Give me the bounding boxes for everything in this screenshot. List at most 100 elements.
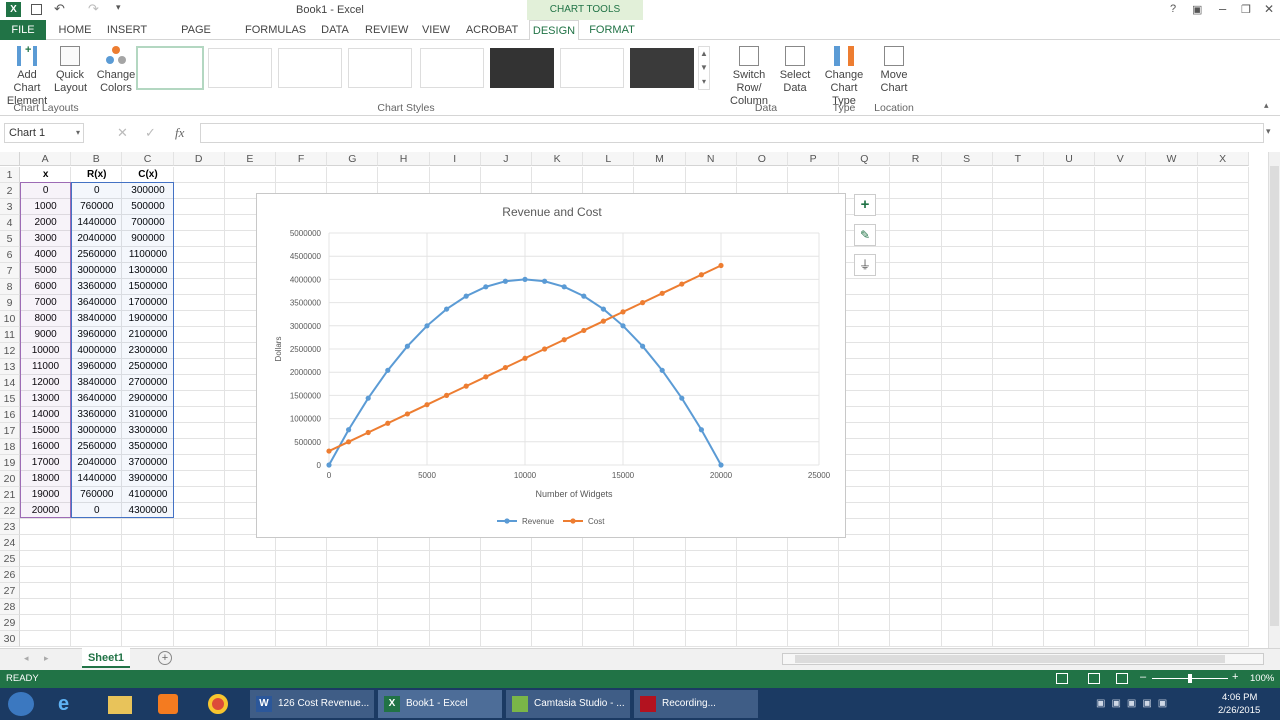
taskbar-item-camtasia[interactable]: Camtasia Studio - ... — [506, 690, 630, 718]
table-header-cell[interactable]: R(x) — [71, 167, 122, 183]
row-header-2[interactable]: 2 — [0, 183, 20, 199]
row-header-24[interactable]: 24 — [0, 535, 20, 551]
column-header-x[interactable]: X — [1197, 152, 1249, 166]
row-header-4[interactable]: 4 — [0, 215, 20, 231]
change-chart-type-button[interactable]: Change Chart Type — [818, 46, 870, 108]
new-sheet-icon[interactable]: + — [158, 651, 172, 665]
column-header-m[interactable]: M — [634, 152, 686, 166]
enter-icon[interactable]: ✓ — [145, 125, 156, 141]
row-header-7[interactable]: 7 — [0, 263, 20, 279]
cancel-icon[interactable]: ✕ — [117, 125, 128, 141]
tab-review[interactable]: REVIEW — [365, 20, 408, 40]
taskbar-item-excel[interactable]: X Book1 - Excel — [378, 690, 502, 718]
chart-style-2[interactable] — [208, 48, 272, 88]
chart-style-1[interactable] — [136, 46, 204, 90]
column-header-e[interactable]: E — [224, 152, 276, 166]
chart-styles-brush-icon[interactable]: ✎ — [854, 224, 876, 246]
collapse-ribbon-icon[interactable]: ▴ — [1264, 100, 1269, 111]
row-header-5[interactable]: 5 — [0, 231, 20, 247]
column-header-o[interactable]: O — [736, 152, 788, 166]
gallery-scroll-icon[interactable]: ▲ ▼ ▾ — [698, 46, 710, 90]
column-header-l[interactable]: L — [583, 152, 635, 166]
close-icon[interactable]: ✕ — [1264, 2, 1274, 16]
media-player-icon[interactable] — [158, 694, 178, 714]
name-box-dropdown-icon[interactable]: ▾ — [76, 124, 80, 142]
zoom-level[interactable]: 100% — [1250, 673, 1274, 684]
row-header-16[interactable]: 16 — [0, 407, 20, 423]
column-header-n[interactable]: N — [685, 152, 737, 166]
column-header-h[interactable]: H — [378, 152, 430, 166]
row-header-25[interactable]: 25 — [0, 551, 20, 567]
row-header-9[interactable]: 9 — [0, 295, 20, 311]
column-header-u[interactable]: U — [1044, 152, 1096, 166]
expand-formula-icon[interactable]: ▾ — [1266, 126, 1271, 137]
tab-format[interactable]: FORMAT — [587, 20, 637, 40]
column-header-j[interactable]: J — [480, 152, 532, 166]
column-header-d[interactable]: D — [173, 152, 225, 166]
column-header-i[interactable]: I — [429, 152, 481, 166]
row-header-6[interactable]: 6 — [0, 247, 20, 263]
tab-file[interactable]: FILE — [0, 20, 46, 40]
row-header-30[interactable]: 30 — [0, 631, 20, 647]
name-box[interactable]: Chart 1 ▾ — [4, 123, 84, 143]
customize-qat-icon[interactable]: ▾ — [116, 2, 121, 13]
row-header-19[interactable]: 19 — [0, 455, 20, 471]
revenue-cost-chart[interactable]: Revenue and Cost 0 500000 1000000 1500000 200… — [257, 194, 847, 539]
row-header-23[interactable]: 23 — [0, 519, 20, 535]
column-header-q[interactable]: Q — [839, 152, 891, 166]
zoom-out-icon[interactable]: – — [1140, 671, 1146, 683]
chart-style-8[interactable] — [630, 48, 694, 88]
redo-icon[interactable]: ↷ — [88, 1, 99, 17]
column-header-r[interactable]: R — [890, 152, 942, 166]
restore-icon[interactable]: ❐ — [1241, 3, 1251, 16]
row-header-28[interactable]: 28 — [0, 599, 20, 615]
horizontal-scrollbar[interactable] — [782, 653, 1264, 665]
scroll-right-icon[interactable]: ▸ — [44, 653, 49, 664]
row-header-1[interactable]: 1 — [0, 167, 20, 183]
scroll-left-icon[interactable]: ◂ — [24, 653, 29, 664]
column-header-c[interactable]: C — [122, 152, 174, 166]
chart-style-5[interactable] — [420, 48, 484, 88]
help-icon[interactable]: ? — [1170, 3, 1176, 15]
undo-icon[interactable]: ↶ — [54, 1, 65, 17]
tab-acrobat[interactable]: ACROBAT — [465, 20, 519, 40]
insert-function-icon[interactable]: fx — [175, 125, 184, 141]
row-header-12[interactable]: 12 — [0, 343, 20, 359]
minimize-icon[interactable]: – — [1219, 1, 1226, 16]
tab-insert[interactable]: INSERT — [106, 20, 148, 40]
tab-formulas[interactable]: FORMULAS — [245, 20, 306, 40]
column-header-s[interactable]: S — [941, 152, 993, 166]
row-header-13[interactable]: 13 — [0, 359, 20, 375]
chart-filters-icon[interactable]: ⏚ — [854, 254, 876, 276]
table-header-cell[interactable]: x — [20, 167, 71, 183]
ribbon-display-icon[interactable]: ▣ — [1192, 3, 1202, 16]
tab-home[interactable]: HOME — [56, 20, 94, 40]
row-header-20[interactable]: 20 — [0, 471, 20, 487]
chart-style-7[interactable] — [560, 48, 624, 88]
column-header-v[interactable]: V — [1095, 152, 1147, 166]
tab-design[interactable]: DESIGN — [529, 20, 579, 40]
column-header-g[interactable]: G — [327, 152, 379, 166]
row-header-18[interactable]: 18 — [0, 439, 20, 455]
tab-view[interactable]: VIEW — [419, 20, 453, 40]
page-layout-view-icon[interactable] — [1088, 673, 1100, 684]
select-data-button[interactable]: Select Data — [779, 46, 811, 95]
row-header-29[interactable]: 29 — [0, 615, 20, 631]
switch-row-column-button[interactable]: Switch Row/ Column — [720, 46, 778, 108]
tab-data[interactable]: DATA — [316, 20, 354, 40]
row-header-3[interactable]: 3 — [0, 199, 20, 215]
column-header-p[interactable]: P — [788, 152, 840, 166]
chart-object[interactable]: Revenue and Cost 0 500000 1000000 1500000 200… — [256, 193, 846, 538]
zoom-in-icon[interactable]: + — [1232, 671, 1238, 683]
select-all-corner[interactable] — [0, 152, 20, 166]
column-header-f[interactable]: F — [276, 152, 328, 166]
tray-icons[interactable]: ▣▣▣▣▣ — [1096, 698, 1206, 710]
row-header-26[interactable]: 26 — [0, 567, 20, 583]
chart-style-4[interactable] — [348, 48, 412, 88]
column-header-t[interactable]: T — [992, 152, 1044, 166]
row-header-22[interactable]: 22 — [0, 503, 20, 519]
chart-style-3[interactable] — [278, 48, 342, 88]
zoom-slider[interactable] — [1152, 674, 1228, 683]
sheet-tab-sheet1[interactable]: Sheet1 — [82, 648, 130, 668]
row-header-15[interactable]: 15 — [0, 391, 20, 407]
